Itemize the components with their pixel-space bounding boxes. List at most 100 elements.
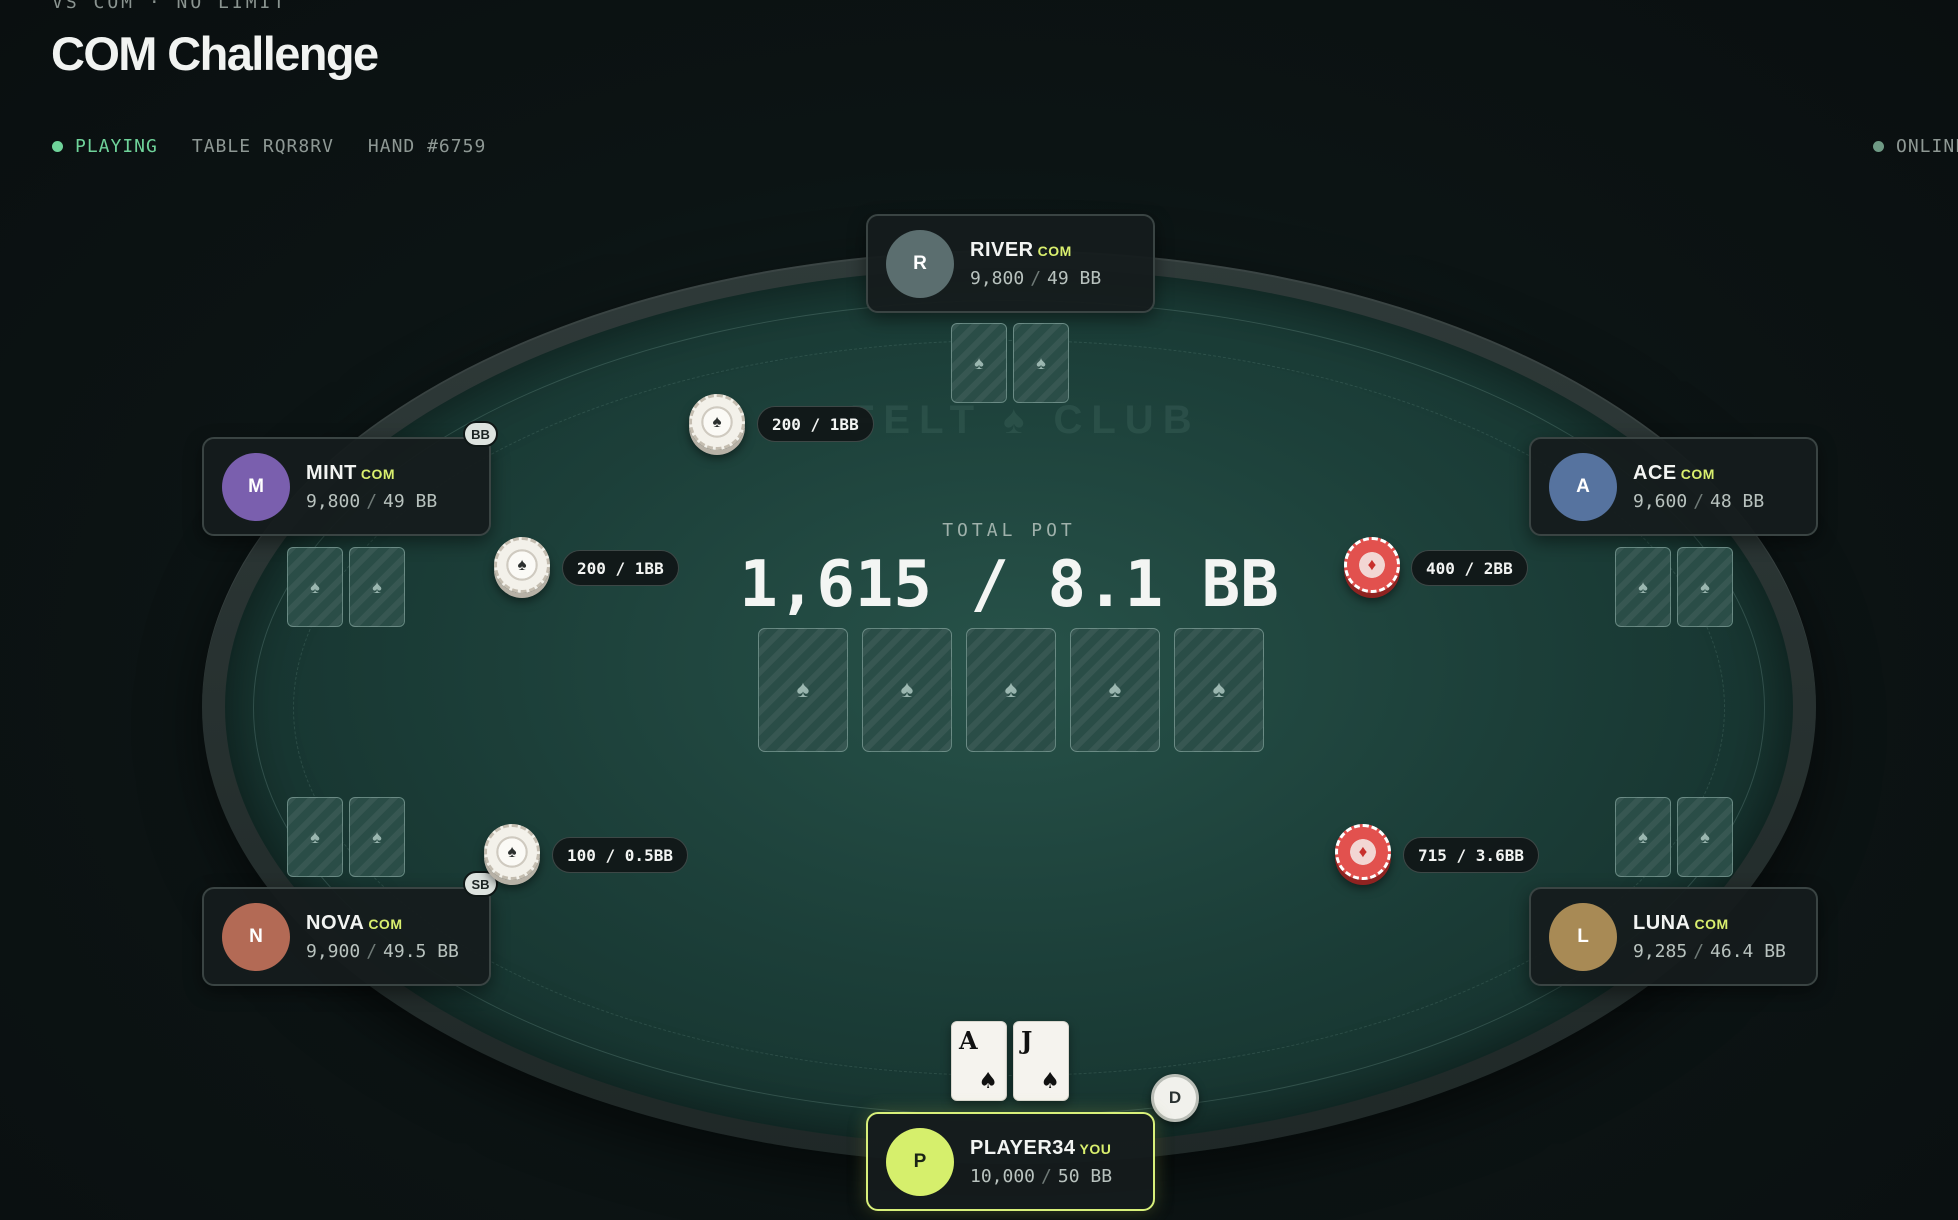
chip-stack-icon: ♠ [494,537,550,593]
spade-icon: ♠ [507,842,517,861]
status-playing: PLAYING [52,136,158,157]
board-card: ♠ [862,628,952,752]
hole-card-jack-spades: J ♠ [1013,1021,1069,1101]
chip-stack: 10,000 [970,1165,1036,1187]
spade-icon: ♠ [310,576,320,597]
table-watermark: FELT ♠ CLUB [850,398,1201,442]
seat-ace[interactable]: A ACE COM 9,600/48 BB [1529,437,1818,536]
chip-stack-icon: ♠ [484,824,540,880]
status-dot-icon [52,141,63,152]
stack-bb: 46.4 BB [1710,940,1786,962]
hole-card-back: ♠ [349,547,405,627]
board-card: ♠ [1174,628,1264,752]
hand-number: HAND #6759 [367,136,487,157]
hole-card-back: ♠ [1677,547,1733,627]
card-rank: A [959,1026,978,1055]
bet-nova: 100 / 0.5BB [552,837,688,873]
player-name: MINT [306,461,357,484]
spade-icon: ♠ [1638,826,1648,847]
seat-nova[interactable]: N NOVA COM 9,900/49.5 BB [202,887,491,986]
player-name: NOVA [306,911,365,934]
spade-icon: ♠ [310,826,320,847]
board-card: ♠ [758,628,848,752]
spade-icon: ♠ [1212,676,1226,703]
stack-bb: 49 BB [1047,267,1102,289]
chip-stack: 9,900 [306,940,361,962]
chip-stack-icon: ♠ [689,394,745,450]
spade-icon: ♠ [372,576,382,597]
avatar: A [1549,452,1617,521]
com-badge: COM [1694,915,1729,932]
chip-stack: 9,600 [1633,490,1688,512]
spade-icon: ♠ [517,555,527,574]
spade-icon: ♠ [1040,1069,1060,1094]
avatar: P [886,1127,954,1196]
spade-icon: ♠ [372,826,382,847]
small-blind-badge: SB [463,871,498,897]
hole-card-back: ♠ [349,797,405,877]
spade-icon: ♠ [1700,576,1710,597]
stack-separator: / [1693,490,1705,512]
spade-icon: ♠ [712,412,722,431]
bet-river: 200 / 1BB [757,406,874,442]
status-state: PLAYING [75,136,158,157]
spade-icon: ♠ [1004,676,1018,703]
player-name: RIVER [970,238,1034,261]
bet-luna: 715 / 3.6BB [1403,837,1539,873]
hole-card-back: ♠ [287,547,343,627]
connection-label: ONLINE [1896,136,1958,157]
bet-ace: 400 / 2BB [1411,550,1528,586]
com-badge: COM [1037,242,1072,259]
avatar: M [222,452,290,521]
stack-separator: / [1030,267,1042,289]
stack-separator: / [1041,1165,1052,1187]
spade-icon: ♠ [900,676,914,703]
player-name: ACE [1633,461,1677,484]
big-blind-badge: BB [463,421,498,447]
seat-mint[interactable]: M MINT COM 9,800/49 BB [202,437,491,536]
avatar: R [886,229,954,298]
hole-card-back: ♠ [287,797,343,877]
connection-status: ONLINE [1873,136,1958,157]
hole-card-ace-spades: A ♠ [951,1021,1007,1101]
player-name: LUNA [1633,911,1691,934]
spade-icon: ♠ [796,676,810,703]
diamond-icon: ♦ [1367,555,1377,574]
hole-card-back: ♠ [1615,547,1671,627]
spade-icon: ♠ [974,352,984,373]
com-badge: COM [360,465,396,482]
bet-mint: 200 / 1BB [562,550,679,586]
page-title: COM Challenge [51,27,379,80]
seat-you[interactable]: P PLAYER34 YOU 10,000/50 BB [866,1112,1155,1211]
stack-separator: / [1693,940,1705,962]
avatar: L [1549,902,1617,971]
hole-card-back: ♠ [1013,323,1069,403]
status-bar: PLAYING TABLE RQR8RV HAND #6759 [52,136,486,157]
online-dot-icon [1873,141,1884,152]
seat-river[interactable]: R RIVER COM 9,800/49 BB [866,214,1155,313]
avatar: N [222,902,290,971]
chip-stack: 9,800 [970,267,1025,289]
stack-bb: 48 BB [1710,490,1765,512]
spade-icon: ♠ [1036,352,1046,373]
dealer-button: D [1151,1074,1199,1122]
spade-icon: ♠ [1108,676,1122,703]
board-card: ♠ [966,628,1056,752]
seat-luna[interactable]: L LUNA COM 9,285/46.4 BB [1529,887,1818,986]
player-name: PLAYER34 [970,1136,1076,1159]
hole-card-back: ♠ [951,323,1007,403]
you-badge: YOU [1079,1140,1112,1157]
stack-bb: 49 BB [383,490,438,512]
hole-card-back: ♠ [1677,797,1733,877]
game-subtitle: VS COM · NO LIMIT [52,0,288,13]
com-badge: COM [1680,465,1715,482]
diamond-icon: ♦ [1358,842,1368,861]
hole-card-back: ♠ [1615,797,1671,877]
table-id: TABLE RQR8RV [191,136,334,157]
stack-separator: / [366,940,378,962]
stack-separator: / [366,490,378,512]
board-card: ♠ [1070,628,1160,752]
spade-icon: ♠ [1700,826,1710,847]
spade-icon: ♠ [1638,576,1648,597]
stack-bb: 49.5 BB [383,940,459,962]
